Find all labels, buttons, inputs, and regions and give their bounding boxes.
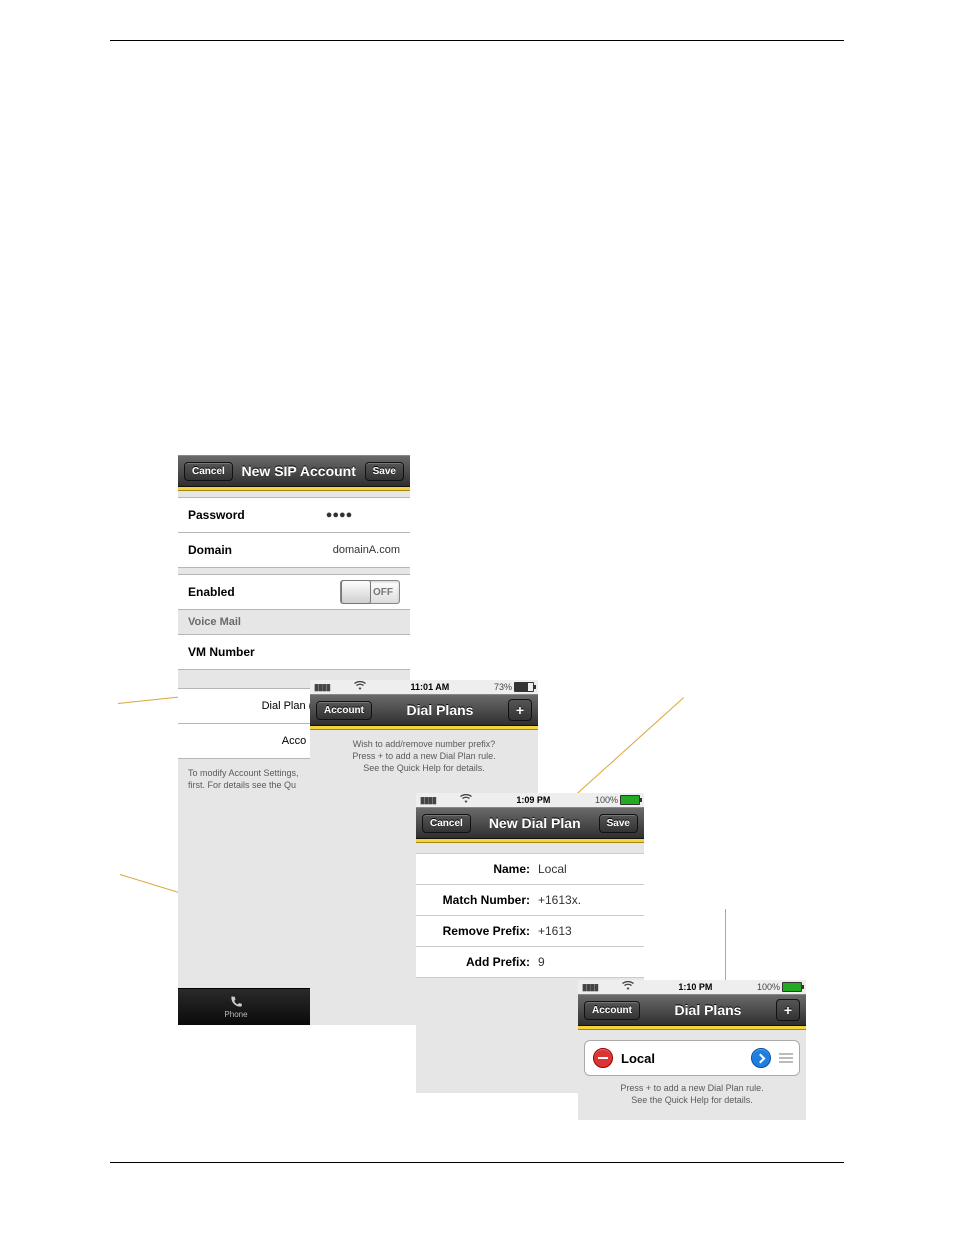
field-value: +1613 bbox=[538, 924, 572, 938]
reorder-handle-icon[interactable] bbox=[779, 1053, 793, 1063]
accent-bar bbox=[178, 487, 410, 491]
battery-percent: 100% bbox=[757, 982, 780, 992]
footer-rule bbox=[110, 1162, 844, 1163]
row-name[interactable]: Name: Local bbox=[416, 853, 644, 885]
nav-bar: Cancel New SIP Account Save bbox=[178, 455, 410, 487]
section-voicemail: Voice Mail bbox=[178, 610, 410, 635]
toggle-off-label: OFF bbox=[373, 587, 393, 598]
battery-icon bbox=[620, 795, 640, 805]
battery-icon bbox=[514, 682, 534, 692]
dial-plan-name: Local bbox=[621, 1051, 751, 1066]
wifi-icon bbox=[460, 794, 472, 806]
list-hint: Press + to add a new Dial Plan rule. See… bbox=[578, 1076, 806, 1120]
accent-bar bbox=[578, 1026, 806, 1030]
row-label: Acco bbox=[282, 735, 306, 747]
field-label: Name: bbox=[430, 862, 530, 876]
empty-hint: Wish to add/remove number prefix? Press … bbox=[310, 730, 538, 790]
row-password[interactable]: Password ●●●● bbox=[178, 498, 410, 533]
nav-bar: Account Dial Plans + bbox=[310, 694, 538, 726]
save-button[interactable]: Save bbox=[599, 814, 638, 833]
callout-line bbox=[725, 909, 728, 987]
form-group-credentials: Password ●●●● Domain domainA.com bbox=[178, 497, 410, 568]
toggle-knob bbox=[341, 580, 371, 604]
row-enabled: Enabled OFF bbox=[178, 575, 410, 610]
tab-label: Phone bbox=[224, 1010, 247, 1019]
cancel-button[interactable]: Cancel bbox=[422, 814, 471, 833]
phone-dial-plans-list: ▮▮▮▮ 1:10 PM 100% Account Dial Plans + L… bbox=[578, 980, 806, 1120]
nav-bar: Account Dial Plans + bbox=[578, 994, 806, 1026]
row-add-prefix[interactable]: Add Prefix: 9 bbox=[416, 947, 644, 978]
status-bar: ▮▮▮▮ 1:10 PM 100% bbox=[578, 980, 806, 994]
wifi-icon bbox=[354, 681, 366, 693]
field-label: Domain bbox=[188, 543, 278, 557]
delete-icon[interactable] bbox=[593, 1048, 613, 1068]
nav-title: New SIP Account bbox=[233, 463, 365, 479]
detail-disclosure-icon[interactable] bbox=[751, 1048, 771, 1068]
field-label: Enabled bbox=[188, 585, 278, 599]
nav-title: Dial Plans bbox=[640, 1002, 776, 1018]
dial-plan-row[interactable]: Local bbox=[584, 1040, 800, 1076]
back-button[interactable]: Account bbox=[584, 1001, 640, 1020]
signal-icon: ▮▮▮▮ bbox=[314, 682, 330, 693]
field-value: +1613x. bbox=[538, 893, 581, 907]
status-time: 1:09 PM bbox=[472, 795, 595, 805]
battery-percent: 73% bbox=[494, 682, 512, 692]
nav-title: Dial Plans bbox=[372, 702, 508, 718]
wifi-icon bbox=[622, 981, 634, 993]
row-remove-prefix[interactable]: Remove Prefix: +1613 bbox=[416, 916, 644, 947]
status-time: 1:10 PM bbox=[634, 982, 757, 992]
add-button[interactable]: + bbox=[776, 999, 800, 1021]
header-rule bbox=[110, 40, 844, 41]
back-button[interactable]: Account bbox=[316, 701, 372, 720]
field-label: Add Prefix: bbox=[430, 955, 530, 969]
field-value: ●●●● bbox=[278, 509, 400, 521]
battery-percent: 100% bbox=[595, 795, 618, 805]
field-value: 9 bbox=[538, 955, 545, 969]
form-group-enabled: Enabled OFF bbox=[178, 574, 410, 610]
row-vm-number[interactable]: VM Number bbox=[178, 635, 410, 670]
status-bar: ▮▮▮▮ 11:01 AM 73% bbox=[310, 680, 538, 694]
field-label: VM Number bbox=[188, 645, 278, 659]
nav-title: New Dial Plan bbox=[471, 815, 599, 831]
enabled-toggle[interactable]: OFF bbox=[340, 580, 400, 604]
status-bar: ▮▮▮▮ 1:09 PM 100% bbox=[416, 793, 644, 807]
tab-phone[interactable]: Phone bbox=[178, 989, 294, 1025]
field-value: domainA.com bbox=[278, 544, 400, 556]
field-label: Remove Prefix: bbox=[430, 924, 530, 938]
status-time: 11:01 AM bbox=[366, 682, 494, 692]
battery-icon bbox=[782, 982, 802, 992]
signal-icon: ▮▮▮▮ bbox=[420, 795, 436, 806]
signal-icon: ▮▮▮▮ bbox=[582, 982, 598, 993]
field-value: Local bbox=[538, 862, 567, 876]
row-match-number[interactable]: Match Number: +1613x. bbox=[416, 885, 644, 916]
phone-icon bbox=[228, 995, 244, 1009]
field-label: Match Number: bbox=[430, 893, 530, 907]
add-button[interactable]: + bbox=[508, 699, 532, 721]
save-button[interactable]: Save bbox=[365, 462, 404, 481]
field-label: Password bbox=[188, 508, 278, 522]
cancel-button[interactable]: Cancel bbox=[184, 462, 233, 481]
nav-bar: Cancel New Dial Plan Save bbox=[416, 807, 644, 839]
row-domain[interactable]: Domain domainA.com bbox=[178, 533, 410, 568]
